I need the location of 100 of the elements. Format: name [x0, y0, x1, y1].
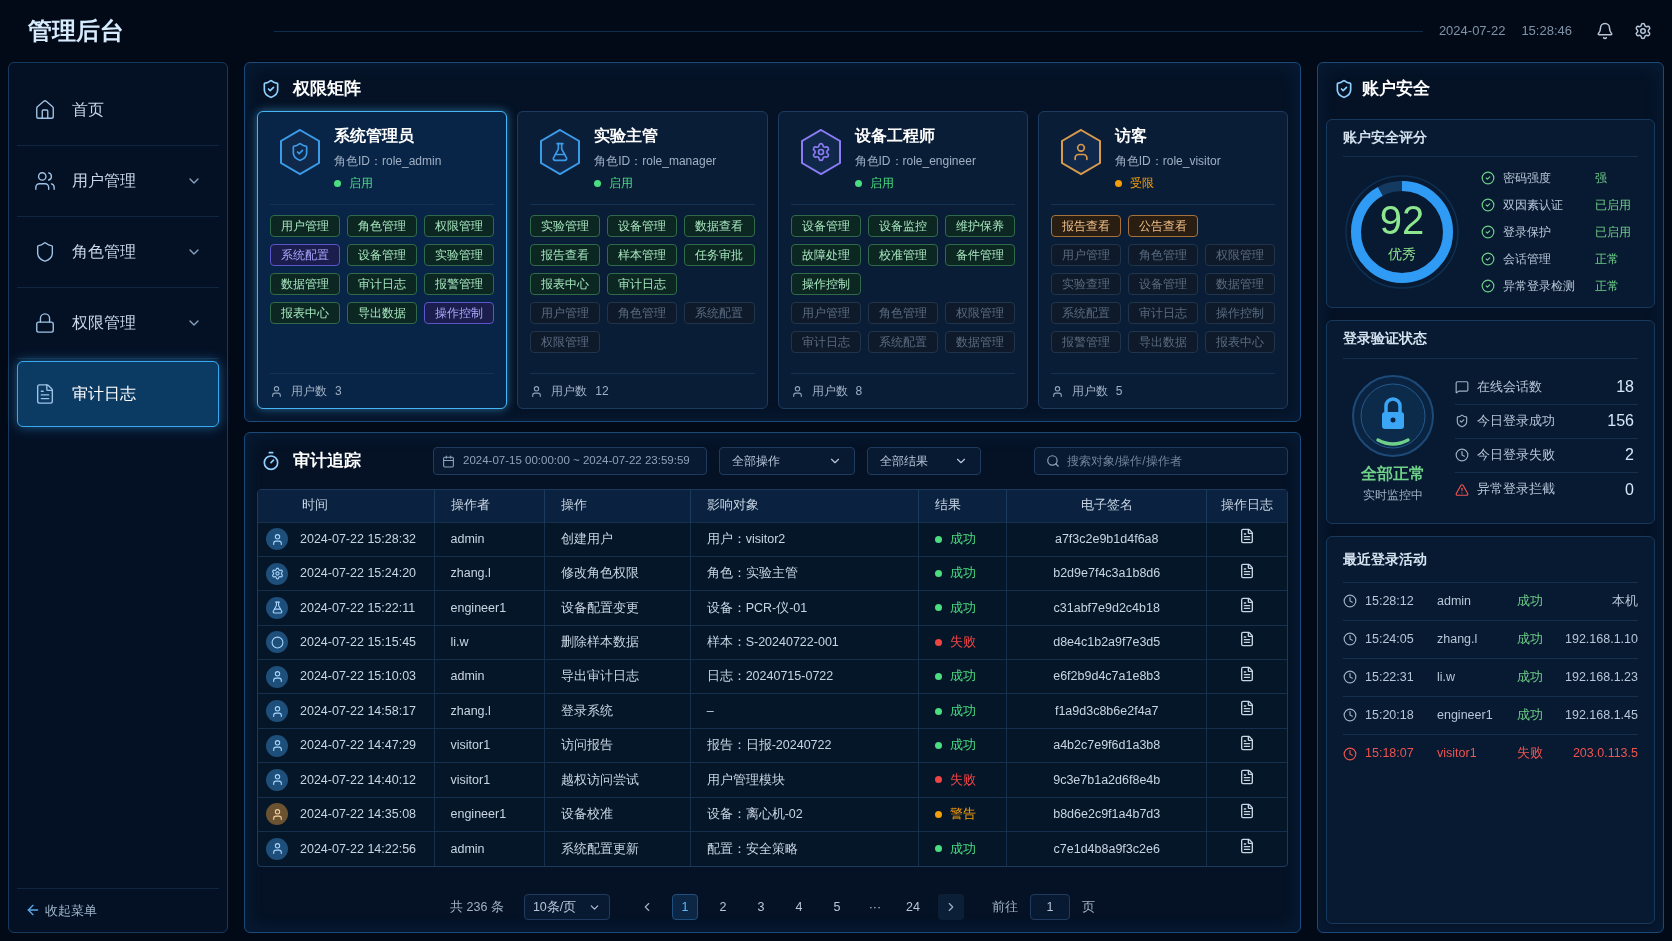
table-cell-text: 2024-07-22 14:22:56	[300, 840, 417, 858]
stat-label: 异常登录拦截	[1477, 481, 1556, 499]
column-header: 时间	[258, 490, 434, 522]
permission-tag: 设备管理	[1127, 273, 1198, 295]
sidebar-item[interactable]: 权限管理	[17, 290, 219, 356]
search-field[interactable]: 搜索对象/操作/操作者	[1034, 447, 1288, 475]
document-icon	[1239, 562, 1256, 579]
document-icon	[1239, 597, 1256, 614]
login-source: 192.168.1.23	[1564, 668, 1638, 686]
log-button[interactable]	[1239, 734, 1256, 751]
clock-icon	[1343, 670, 1357, 684]
log-button[interactable]	[1239, 597, 1256, 614]
page-button[interactable]: 2	[709, 894, 736, 920]
table-cell-text: 2024-07-22 15:28:32	[300, 530, 417, 548]
permission-tag: 维护保养	[944, 215, 1015, 237]
page-button[interactable]: 24	[899, 894, 926, 920]
log-button[interactable]	[1239, 769, 1256, 786]
result-dropdown[interactable]: 全部结果	[867, 447, 981, 475]
permission-tag: 数据管理	[1204, 273, 1275, 295]
lock-icon	[34, 312, 56, 334]
log-button[interactable]	[1239, 803, 1256, 820]
status-note: 实时监控中	[1363, 486, 1423, 504]
users-icon	[34, 170, 56, 192]
login-user: engineer1	[1437, 706, 1494, 724]
permission-tag: 报告查看	[530, 244, 601, 266]
user-count-label: 用户数	[1071, 383, 1108, 400]
table-cell: 越权访问尝试	[561, 772, 640, 787]
login-time: 15:18:07	[1365, 745, 1415, 763]
page-button[interactable]: 1	[671, 894, 698, 920]
page-size-dropdown[interactable]: 10条/页	[523, 894, 610, 920]
role-card[interactable]: 系统管理员 角色ID：role_admin 启用 用户管理 角色管理 权限管理 系统配置 设备管理 实验管理 数据管理 审计日志 报警管理 报表中心 导出数据 操作控制 用户数 3	[257, 111, 508, 409]
goto-label: 前往	[991, 898, 1018, 916]
date-range-field[interactable]: 2024-07-15 00:00:00 ~ 2024-07-22 23:59:59	[433, 447, 707, 475]
collapse-menu-button[interactable]: 收起菜单	[25, 900, 97, 920]
notification-button[interactable]	[1596, 22, 1614, 40]
page-input[interactable]: 1	[1029, 894, 1070, 920]
table-cell-text: 2024-07-22 15:24:20	[300, 565, 417, 583]
log-button[interactable]	[1239, 631, 1256, 648]
table-cell: b2d9e7f4c3a1b8d6	[1053, 566, 1161, 581]
clock-icon	[1343, 708, 1357, 722]
permission-tag: 权限管理	[530, 331, 601, 353]
role-card[interactable]: 设备工程师 角色ID：role_engineer 启用 设备管理 设备监控 维护保养 故障处理 校准管理 备件管理 操作控制 用户管理 角色管理 权限管理 审计日志 系统配置 数据管理 用户数 8	[777, 111, 1028, 409]
check-label: 双因素认证	[1503, 197, 1564, 215]
log-button[interactable]	[1239, 562, 1256, 579]
stat-value: 156	[1607, 411, 1635, 431]
operation-dropdown[interactable]: 全部操作	[719, 447, 855, 475]
table-cell: visitor1	[450, 738, 491, 753]
sidebar-item[interactable]: 首页	[17, 77, 219, 143]
check-value: 正常	[1595, 278, 1619, 296]
table-cell: 报告：日报-20240722	[706, 738, 832, 753]
settings-icon	[1634, 22, 1652, 40]
table-cell-text: 成功	[949, 565, 976, 583]
check-label: 密码强度	[1503, 170, 1552, 188]
role-id: 角色ID：role_admin	[334, 153, 442, 170]
table-cell: engineer1	[450, 806, 507, 821]
permission-tag: 系统配置	[867, 331, 938, 353]
table-cell: 设备：PCR-仪-01	[706, 600, 808, 615]
sidebar-item[interactable]: 角色管理	[17, 219, 219, 285]
stat-label: 在线会话数	[1477, 378, 1543, 396]
document-icon	[1239, 803, 1256, 820]
table-cell-text: 失败	[949, 634, 976, 651]
settings-button[interactable]	[1634, 22, 1652, 40]
login-user: li.w	[1437, 668, 1457, 686]
permission-tag: 公告查看	[1127, 215, 1198, 237]
clock-icon	[1343, 746, 1357, 761]
document-icon	[1239, 665, 1256, 682]
user-count-label: 用户数	[551, 383, 588, 400]
log-button[interactable]	[1239, 838, 1256, 855]
permission-tag: 设备监控	[867, 215, 938, 237]
login-time: 15:24:05	[1365, 630, 1415, 648]
role-card[interactable]: 访客 角色ID：role_visitor 受限 报告查看 公告查看 用户管理 角色管理 权限管理 实验查理 设备管理 数据管理 系统配置 审计日志 操作控制 报警管理 导出数据 报表中心 用户数 5	[1037, 111, 1288, 409]
page-button[interactable]: 3	[747, 894, 774, 920]
table-cell-text: 失败	[949, 771, 976, 789]
table-cell: 9c3e7b1a2d6f8e4b	[1053, 772, 1161, 787]
page-button[interactable]: 5	[823, 894, 850, 920]
permission-tag: 导出数据	[1127, 331, 1198, 353]
page-button[interactable]: 4	[785, 894, 812, 920]
sidebar-item[interactable]: 用户管理	[17, 148, 219, 214]
column-header: 操作者	[434, 490, 545, 522]
table-cell: 访问报告	[561, 738, 614, 753]
permission-tag: 用户管理	[270, 215, 341, 237]
sidebar-item[interactable]: 审计日志	[17, 361, 219, 427]
log-button[interactable]	[1239, 665, 1256, 682]
check-value: 已启用	[1595, 197, 1631, 215]
permission-tag: 权限管理	[944, 302, 1015, 324]
log-button[interactable]	[1239, 528, 1256, 545]
page-button[interactable]: ···	[861, 894, 888, 920]
login-time: 15:20:18	[1365, 706, 1415, 724]
clock-icon	[1343, 594, 1357, 608]
calendar-icon	[442, 454, 455, 468]
panel-title: 账户安全	[1362, 78, 1430, 101]
role-name: 设备工程师	[854, 126, 936, 146]
permission-tag: 操作控制	[790, 273, 861, 295]
permission-tag: 实验管理	[530, 215, 601, 237]
permission-tag: 角色管理	[347, 215, 418, 237]
permission-tag: 系统配置	[1050, 302, 1121, 324]
role-card[interactable]: 实验主管 角色ID：role_manager 启用 实验管理 设备管理 数据查看 报告查看 样本管理 任务审批 报表中心 审计日志 用户管理 角色管理 系统配置 权限管理 用户数 12	[517, 111, 768, 409]
role-name: 实验主管	[594, 126, 660, 146]
login-source: 本机	[1611, 592, 1638, 610]
log-button[interactable]	[1239, 700, 1256, 717]
